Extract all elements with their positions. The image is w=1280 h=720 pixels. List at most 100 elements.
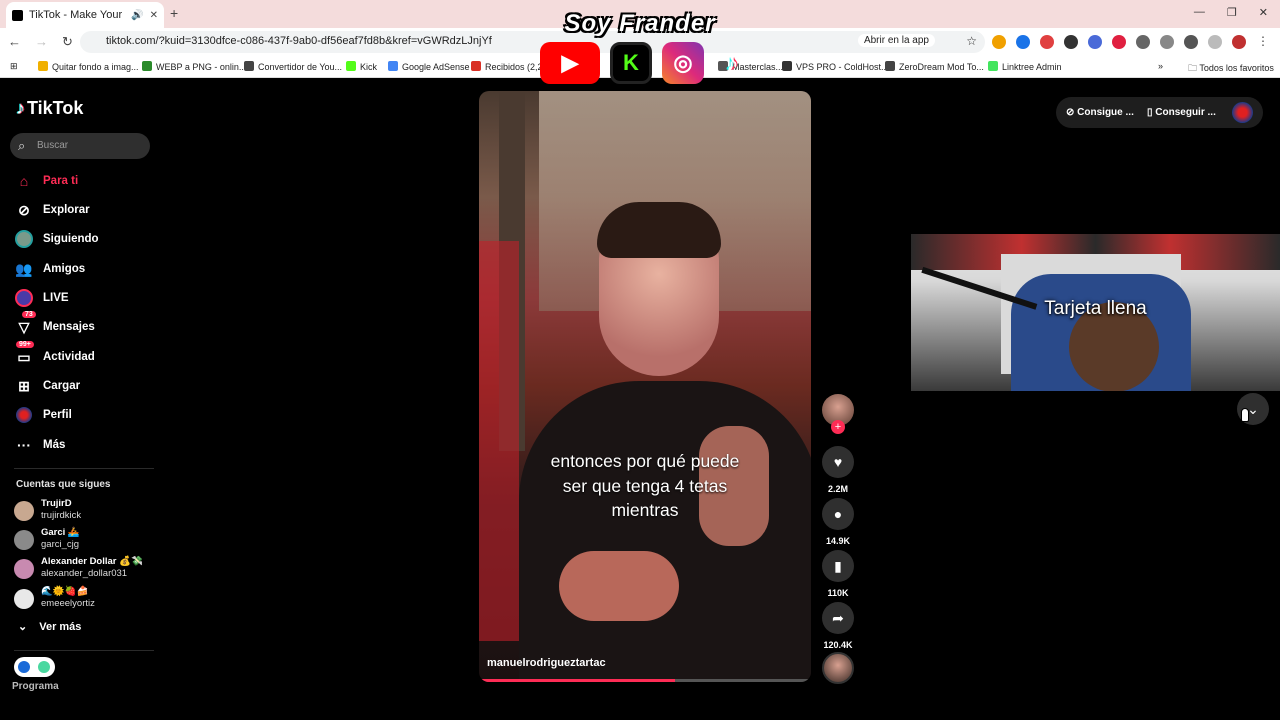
heart-icon[interactable]: ♥ (822, 446, 854, 478)
bookmark-star-icon[interactable]: ☆ (966, 34, 977, 48)
bookmark-favicon-icon (346, 61, 356, 71)
sidebar-item-perfil[interactable]: Perfil (14, 404, 154, 426)
bookmark-item[interactable]: WEBP a PNG - onlin... (142, 61, 246, 72)
new-tab-button[interactable]: + (170, 5, 178, 21)
sidebar-item-live[interactable]: LIVE (14, 287, 154, 309)
bookmark-item[interactable]: Linktree Admin (988, 61, 1062, 72)
kick-icon: K (610, 42, 652, 84)
all-favorites-label: Todos los favoritos (1199, 63, 1274, 73)
share-action[interactable]: ➦ 120.4K (822, 602, 854, 650)
sidebar-item-cargar[interactable]: ⊞ Cargar (14, 375, 154, 397)
sidebar-item-amigos[interactable]: 👥 Amigos (14, 258, 154, 280)
sidebar-item-label: Para ti (43, 175, 79, 187)
search-icon: ⌕ (18, 138, 26, 153)
all-favorites-folder[interactable]: 🗀 Todos los favoritos (1188, 61, 1274, 77)
tiktok-favicon-icon (12, 9, 23, 21)
extension-icon[interactable] (992, 35, 1006, 49)
sidebar-item-label: Explorar (43, 204, 90, 216)
bookmark-item[interactable]: VPS PRO - ColdHost... (782, 61, 889, 72)
save-action[interactable]: ▮ 110K (822, 550, 854, 598)
followed-account[interactable]: 🌊🌞🍓🍰 emeeelyortiz (14, 586, 154, 612)
speaker-icon[interactable]: 🔊 (131, 10, 143, 21)
extension-icon[interactable] (1160, 35, 1174, 49)
overlay-social-icons: ▶ K ◎ ♪ (540, 42, 750, 84)
account-name: Garci 🚣 (41, 527, 80, 538)
live-icon (14, 288, 34, 308)
bookmark-item[interactable]: Quitar fondo a imag... (38, 61, 139, 72)
bookmark-label: VPS PRO - ColdHost... (796, 62, 889, 72)
profile-avatar-icon (14, 405, 34, 425)
restore-icon[interactable]: ❐ (1227, 6, 1237, 19)
following-avatar-icon (14, 229, 34, 249)
sidebar-item-label: Mensajes (43, 321, 95, 333)
avatar (14, 530, 34, 550)
sidebar-item-siguiendo[interactable]: Siguiendo (14, 228, 154, 250)
program-label: Programa (12, 681, 59, 692)
browser-tab[interactable]: TikTok - Make Your Day 🔊 ✕ (6, 2, 164, 28)
music-disc-avatar[interactable] (822, 652, 854, 684)
extension-icon[interactable] (1064, 35, 1078, 49)
followed-account[interactable]: TrujirD trujirdkick (14, 498, 154, 524)
video-player[interactable]: entonces por qué puede ser que tenga 4 t… (479, 91, 811, 682)
video-username[interactable]: manuelrodrigueztartac (487, 657, 606, 669)
search-input[interactable]: ⌕ Buscar (10, 133, 150, 159)
bookmark-item[interactable]: Convertidor de You... (244, 61, 342, 72)
follow-plus-icon[interactable]: + (831, 420, 845, 434)
close-window-icon[interactable]: ✕ (1259, 6, 1268, 19)
program-toggle[interactable] (14, 657, 55, 677)
bookmark-icon[interactable]: ▮ (822, 550, 854, 582)
tiktok-note-icon: ♪ (16, 98, 25, 118)
extension-icon[interactable] (1112, 35, 1126, 49)
menu-kebab-icon[interactable]: ⋮ (1256, 35, 1270, 49)
sidebar-item-label: LIVE (43, 292, 69, 304)
extension-icon[interactable] (1016, 35, 1030, 49)
following-section-label: Cuentas que sigues (16, 479, 111, 490)
get-app-button[interactable]: ▯ Conseguir ... (1147, 107, 1216, 118)
bookmark-label: Convertidor de You... (258, 62, 343, 72)
forward-icon[interactable]: → (35, 34, 48, 50)
followed-account[interactable]: Alexander Dollar 💰💸 alexander_dollar031 (14, 556, 154, 582)
sidebar-item-explorar[interactable]: ⊘ Explorar (14, 199, 154, 221)
bookmark-item[interactable]: Google AdSense (388, 61, 470, 72)
back-icon[interactable]: ← (8, 34, 21, 50)
bookmark-favicon-icon (244, 61, 254, 71)
chevron-right-icon[interactable]: » (1158, 61, 1163, 71)
puzzle-icon[interactable] (1136, 35, 1150, 49)
sidebar-item-label: Cargar (43, 380, 81, 392)
profile-avatar-icon[interactable] (1232, 35, 1246, 49)
close-tab-icon[interactable]: ✕ (150, 10, 158, 21)
account-name: 🌊🌞🍓🍰 (41, 586, 89, 597)
bookmark-label: Kick (360, 62, 378, 72)
profile-avatar[interactable] (1232, 102, 1253, 123)
minimize-icon[interactable]: — (1194, 6, 1205, 19)
sidebar-item-mas[interactable]: ··· Más (14, 434, 154, 456)
sidebar-item-mensajes[interactable]: ▽ 73 Mensajes (14, 311, 154, 338)
video-progress-bar[interactable] (479, 679, 811, 682)
extension-icon[interactable] (1208, 35, 1222, 49)
comment-action[interactable]: ● 14.9K (822, 498, 854, 546)
apps-grid-icon[interactable]: ⊞ (10, 61, 18, 72)
bookmark-label: Google AdSense (402, 62, 470, 72)
comment-icon[interactable]: ● (822, 498, 854, 530)
open-in-app-button[interactable]: Abrir en la app (857, 34, 935, 47)
bookmark-item[interactable]: ZeroDream Mod To... (885, 61, 984, 72)
sidebar-item-para-ti[interactable]: ⌂ Para ti (14, 170, 154, 192)
followed-account[interactable]: Garci 🚣 garci_cjg (14, 527, 154, 553)
get-coins-button[interactable]: ⊘ Consigue ... (1066, 107, 1134, 118)
bookmark-favicon-icon (388, 61, 398, 71)
extension-icon[interactable] (1184, 35, 1198, 49)
see-more-button[interactable]: ⌄ Ver más (18, 620, 81, 633)
tiktok-logo[interactable]: ♪ TikTok (16, 98, 83, 119)
bookmark-item[interactable]: Kick (346, 61, 377, 72)
tab-title: TikTok - Make Your Day (29, 9, 125, 21)
reload-icon[interactable]: ↻ (62, 34, 73, 50)
avatar (14, 501, 34, 521)
extension-icon[interactable] (1040, 35, 1054, 49)
sidebar-item-label: Más (43, 439, 66, 451)
like-action[interactable]: ♥ 2.2M (822, 446, 854, 494)
sidebar-item-actividad[interactable]: ▭ 99+ Actividad (14, 341, 154, 368)
extension-icon[interactable] (1088, 35, 1102, 49)
program-icon (18, 661, 30, 673)
bookmark-favicon-icon (988, 61, 998, 71)
share-icon[interactable]: ➦ (822, 602, 854, 634)
